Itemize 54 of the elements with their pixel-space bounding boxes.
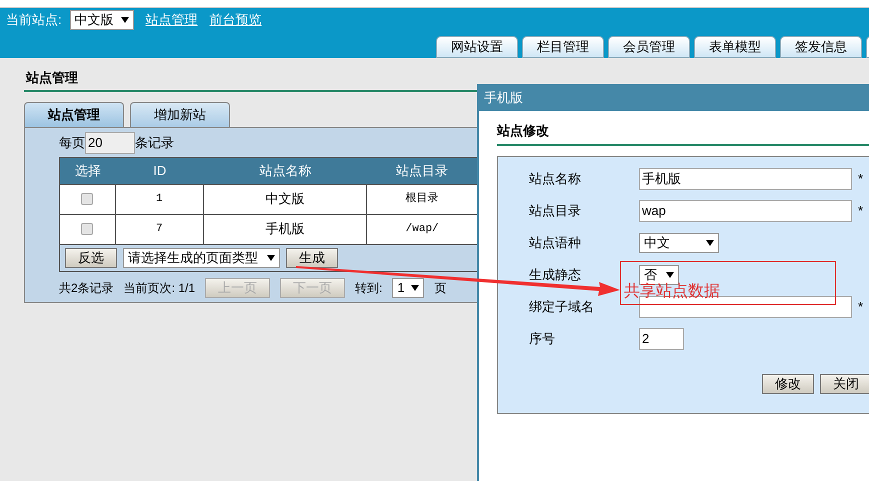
current-page: 当前页次: 1/1 — [124, 280, 196, 296]
goto-label: 转到: — [355, 280, 382, 296]
panel-tab[interactable]: 增加新站 — [130, 102, 230, 126]
dialog-button[interactable]: 关闭 — [820, 374, 869, 394]
generate-button[interactable]: 生成 — [286, 248, 338, 268]
annotation-text: 共享站点数据 — [624, 284, 720, 300]
nav-tab[interactable]: 栏目管理 — [522, 36, 604, 58]
caret-icon — [120, 17, 129, 23]
per-page-field[interactable]: 20 — [85, 132, 135, 154]
caret-icon — [666, 272, 674, 278]
column-header: ID — [152, 162, 168, 180]
form-select[interactable]: 中文 — [639, 232, 719, 252]
row-checkbox[interactable] — [81, 193, 94, 205]
field-label: 生成静态 — [528, 266, 582, 284]
nav-tab[interactable]: 网站设置 — [436, 36, 518, 58]
caret-icon — [411, 284, 420, 290]
page-title: 站点管理 — [24, 68, 477, 92]
goto-select[interactable]: 1 — [392, 278, 424, 298]
site-select[interactable]: 中文版 — [70, 10, 134, 30]
table-cell: 中文版 — [204, 184, 368, 214]
dialog-title-bar: 手机版 — [479, 84, 869, 111]
column-header: 站点目录 — [395, 162, 450, 180]
invert-button[interactable]: 反选 — [65, 248, 117, 268]
nav-tab[interactable]: 表单模型 — [694, 36, 776, 58]
required-mark: * — [858, 202, 864, 220]
caret-icon — [706, 240, 714, 246]
dialog-heading: 站点修改 — [497, 121, 869, 146]
total-records: 共2条记录 — [59, 280, 114, 296]
column-header: 站点名称 — [258, 162, 312, 180]
page-type-select[interactable]: 请选择生成的页面类型 — [123, 248, 280, 268]
dialog-button[interactable]: 修改 — [762, 374, 814, 394]
current-site-label: 当前站点: — [6, 11, 62, 30]
row-checkbox[interactable] — [81, 223, 94, 235]
field-label: 序号 — [528, 330, 556, 348]
input-field[interactable]: wap — [639, 200, 852, 222]
nav-tab[interactable]: 签发信息 — [780, 36, 862, 58]
required-mark: * — [858, 170, 864, 188]
page-suffix: 页 — [434, 280, 446, 296]
caret-icon — [267, 254, 275, 260]
table-cell-text: 根目录 — [404, 191, 440, 207]
input-field[interactable]: 2 — [639, 328, 684, 350]
table-cell: 1 — [116, 184, 204, 214]
field-label: 站点名称 — [528, 170, 582, 188]
field-label: 站点目录 — [528, 202, 582, 220]
nav-tab[interactable]: 会员管理 — [608, 36, 690, 58]
per-page-suffix: 条记录 — [135, 134, 174, 152]
field-label: 站点语种 — [528, 234, 582, 252]
table-cell-text: /wap/ — [404, 222, 440, 237]
required-mark: * — [858, 298, 864, 316]
column-header: 选择 — [74, 162, 102, 180]
per-page-label: 每页 — [59, 134, 85, 152]
input-field[interactable]: 手机版 — [639, 168, 852, 190]
panel-tab[interactable]: 站点管理 — [24, 102, 124, 126]
field-label: 绑定子域名 — [528, 298, 595, 316]
